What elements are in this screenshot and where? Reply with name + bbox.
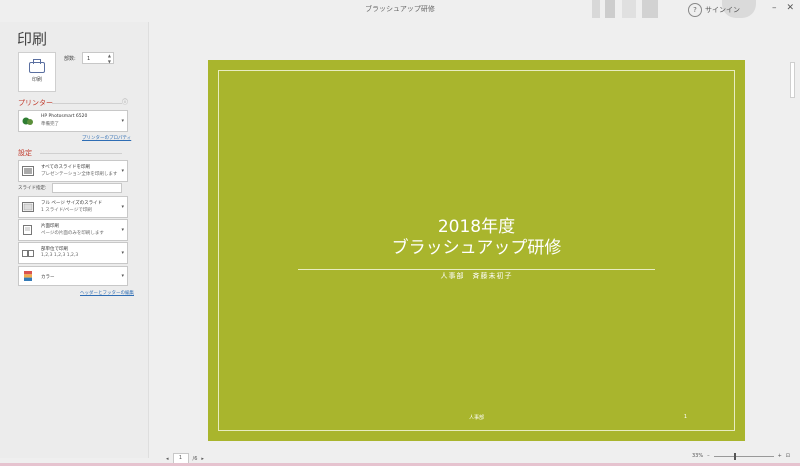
slides-label: スライド指定: <box>18 186 47 191</box>
header-footer-link[interactable]: ヘッダーとフッターの編集 <box>80 290 134 296</box>
info-icon[interactable]: ⓘ <box>122 97 128 106</box>
slide-divider <box>298 269 655 270</box>
slide-title-line1: 2018年度 <box>437 217 516 237</box>
color-dropdown[interactable]: カラー ▾ <box>18 266 128 286</box>
minimize-button[interactable]: – <box>772 3 777 13</box>
layout-dropdown[interactable]: フル ページ サイズのスライド 1 スライド/ページで印刷 ▾ <box>18 196 128 218</box>
printer-icon <box>29 58 45 73</box>
chevron-down-icon: ▾ <box>121 168 124 174</box>
chevron-down-icon: ▾ <box>121 118 124 124</box>
signin-label[interactable]: サインイン <box>705 5 740 15</box>
printer-status: 準備完了 <box>41 122 59 127</box>
window-title: ブラッシュアップ研修 <box>365 5 435 13</box>
slides-input[interactable] <box>52 183 122 193</box>
print-range-desc: プレゼンテーション全体を印刷します <box>41 172 118 177</box>
chevron-down-icon: ▾ <box>121 204 124 210</box>
full-page-slide-icon <box>22 202 34 212</box>
slide-preview: 2018年度 ブラッシュアップ研修 人事部 斉藤未初子 人事部 1 <box>208 60 745 441</box>
color-palette-icon <box>24 271 32 281</box>
fit-to-window-icon[interactable]: ⊡ <box>786 453 790 459</box>
zoom-slider[interactable] <box>713 452 774 460</box>
layout-label: フル ページ サイズのスライド <box>41 201 103 206</box>
next-page-icon[interactable]: ▸ <box>201 456 204 462</box>
print-settings-panel: 印刷 印刷 部数: 1 ▲ ▼ プリンター ⓘ HP Photosmart 652… <box>0 22 149 458</box>
printer-section-heading: プリンター <box>18 99 53 107</box>
chevron-down-icon: ▾ <box>121 273 124 279</box>
slide-subtitle: 人事部 斉藤未初子 <box>440 272 513 280</box>
printer-status-icon <box>22 117 33 125</box>
collate-label: 部単位で印刷 <box>41 247 68 252</box>
preview-scrollbar[interactable] <box>789 60 796 458</box>
page-title: 印刷 <box>17 30 48 48</box>
previous-page-icon[interactable]: ◂ <box>166 456 169 462</box>
divider <box>40 153 122 154</box>
slide-footer: 人事部 <box>468 415 484 421</box>
copies-value: 1 <box>87 56 91 62</box>
slide-page-number: 1 <box>683 414 687 420</box>
print-button-label: 印刷 <box>31 76 42 83</box>
page-total: /6 <box>192 455 198 462</box>
title-bar: ブラッシュアップ研修 ? サインイン – ✕ <box>0 0 800 22</box>
zoom-controls: 33% – + ⊡ <box>692 452 790 460</box>
scrollbar-thumb[interactable] <box>790 62 795 98</box>
copies-stepper[interactable]: 1 ▲ ▼ <box>82 52 114 64</box>
slide-title-line2: ブラッシュアップ研修 <box>391 238 562 258</box>
sides-desc: ページの片面のみを印刷します <box>41 231 104 236</box>
slide-title: 2018年度 ブラッシュアップ研修 <box>208 217 745 259</box>
sides-label: 片面印刷 <box>41 224 59 229</box>
printer-dropdown[interactable]: HP Photosmart 6520 準備完了 ▾ <box>18 110 128 132</box>
decorative-graphic <box>622 0 636 18</box>
chevron-down-icon: ▾ <box>121 250 124 256</box>
printer-properties-link[interactable]: プリンターのプロパティ <box>82 135 131 141</box>
printer-name: HP Photosmart 6520 <box>41 114 88 119</box>
settings-section-heading: 設定 <box>18 149 32 157</box>
spinner-arrows-icon[interactable]: ▲ ▼ <box>108 53 111 65</box>
help-icon[interactable]: ? <box>688 3 702 17</box>
zoom-percent[interactable]: 33% <box>692 453 703 459</box>
zoom-in-button[interactable]: + <box>778 453 782 459</box>
signin-area[interactable]: ? サインイン <box>688 3 740 17</box>
sides-dropdown[interactable]: 片面印刷 ページの片面のみを印刷します ▾ <box>18 219 128 241</box>
color-label: カラー <box>41 275 55 280</box>
print-button[interactable]: 印刷 <box>18 52 56 92</box>
collate-dropdown[interactable]: 部単位で印刷 1,2,3 1,2,3 1,2,3 ▾ <box>18 242 128 264</box>
collate-desc: 1,2,3 1,2,3 1,2,3 <box>41 253 79 258</box>
zoom-out-button[interactable]: – <box>707 453 710 459</box>
chevron-down-icon: ▾ <box>121 227 124 233</box>
layout-desc: 1 スライド/ページで印刷 <box>41 208 92 213</box>
close-button[interactable]: ✕ <box>786 3 794 13</box>
window-controls: – ✕ <box>772 3 794 13</box>
print-range-dropdown[interactable]: すべてのスライドを印刷 プレゼンテーション全体を印刷します ▾ <box>18 160 128 182</box>
slides-icon <box>22 166 34 176</box>
print-range-label: すべてのスライドを印刷 <box>41 165 91 170</box>
one-sided-icon <box>23 225 32 235</box>
decorative-graphic <box>605 0 615 18</box>
collate-icon <box>22 250 34 257</box>
zoom-slider-knob[interactable] <box>733 452 736 460</box>
decorative-graphic <box>642 0 658 18</box>
copies-label: 部数: <box>64 56 76 62</box>
decorative-graphic <box>592 0 600 18</box>
divider <box>52 103 122 104</box>
